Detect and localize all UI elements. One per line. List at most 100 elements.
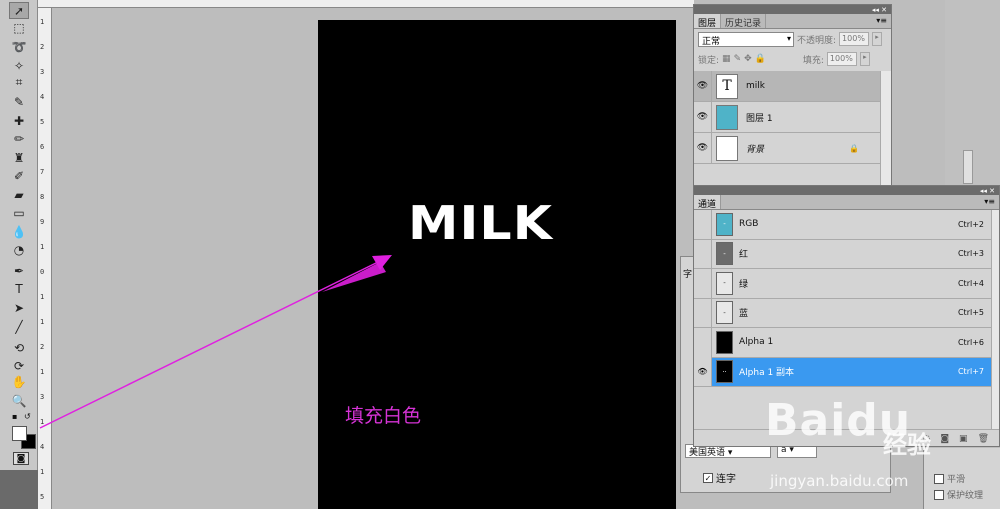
ruler-number: 3 bbox=[40, 68, 45, 76]
collapse-icon[interactable]: ◂◂ ✕ bbox=[980, 187, 995, 195]
lasso-icon[interactable]: ➰ bbox=[9, 38, 29, 55]
ruler-number: 2 bbox=[40, 343, 45, 351]
ligature-checkbox[interactable]: ✓ bbox=[703, 472, 713, 483]
quick-mask-icon[interactable]: ◙ bbox=[13, 452, 29, 465]
ruler-number: 1 bbox=[40, 318, 45, 326]
layer-row-milk[interactable]: 👁 T milk bbox=[694, 70, 881, 102]
lock-pixels-icon[interactable]: ✎ bbox=[734, 54, 742, 64]
save-selection-icon[interactable]: ◙ bbox=[940, 434, 949, 444]
language-value: 美国英语 bbox=[689, 448, 726, 458]
options-panel: 平滑 保护纹理 bbox=[923, 448, 1000, 509]
ruler-number: 0 bbox=[40, 268, 45, 276]
panel-menu-icon[interactable]: ▾≡ bbox=[984, 197, 995, 206]
ruler-number: 6 bbox=[40, 143, 45, 151]
foreground-color-swatch[interactable] bbox=[12, 426, 27, 441]
ruler-number: 8 bbox=[40, 193, 45, 201]
hand-icon[interactable]: ✋ bbox=[9, 373, 29, 390]
marquee-icon[interactable]: ⬚ bbox=[9, 19, 29, 36]
3d-rotate-icon[interactable]: ⟲ bbox=[9, 339, 29, 356]
document-canvas[interactable]: MILK bbox=[318, 20, 676, 509]
lock-position-icon[interactable]: ✥ bbox=[744, 54, 752, 64]
eye-icon[interactable]: 👁 bbox=[694, 70, 712, 102]
channel-row-alpha1[interactable]: Alpha 1 Ctrl+6 bbox=[694, 327, 992, 358]
channel-row-red[interactable]: - 红 Ctrl+3 bbox=[694, 239, 992, 269]
protect-texture-label: 保护纹理 bbox=[947, 491, 984, 501]
channel-row-alpha1-copy[interactable]: 👁 ·· Alpha 1 副本 Ctrl+7 bbox=[694, 357, 992, 387]
smooth-option[interactable]: 平滑 bbox=[934, 472, 965, 485]
fill-slider-icon[interactable]: ▸ bbox=[859, 52, 870, 66]
lock-all-icon[interactable]: 🔒 bbox=[755, 54, 766, 64]
eye-toggle[interactable] bbox=[694, 239, 712, 269]
dodge-icon[interactable]: ◔ bbox=[9, 241, 29, 258]
history-brush-icon[interactable]: ✐ bbox=[9, 167, 29, 184]
fill-input[interactable]: 100% bbox=[826, 52, 857, 66]
eraser-icon[interactable]: ▰ bbox=[9, 186, 29, 203]
channel-row-rgb[interactable]: - RGB Ctrl+2 bbox=[694, 209, 992, 240]
move-icon[interactable]: ➚ bbox=[9, 2, 29, 19]
toolbar-bottom bbox=[0, 470, 38, 509]
canvas-milk-text: MILK bbox=[408, 196, 554, 250]
ruler-number: 1 bbox=[40, 243, 45, 251]
opacity-input[interactable]: 100% bbox=[839, 32, 870, 46]
channel-name: 蓝 bbox=[739, 309, 749, 320]
gradient-icon[interactable]: ▭ bbox=[9, 204, 29, 221]
panel-menu-icon[interactable]: ▾≡ bbox=[876, 16, 887, 25]
swap-colors-icon[interactable]: ↺ bbox=[24, 412, 31, 421]
crop-icon[interactable]: ⌗ bbox=[9, 74, 29, 91]
blend-mode-select[interactable]: 正常 ▾ bbox=[698, 31, 794, 47]
3d-orbit-icon[interactable]: ⟳ bbox=[9, 357, 29, 374]
blend-row: 正常 ▾ 不透明度: 100% ▸ bbox=[694, 29, 891, 49]
protect-texture-option[interactable]: 保护纹理 bbox=[934, 488, 983, 501]
smooth-checkbox[interactable] bbox=[934, 473, 944, 484]
layer-row-background[interactable]: 👁 背景 🔒 bbox=[694, 132, 881, 164]
layer-list: 👁 T milk 👁 图层 1 👁 背景 🔒 bbox=[694, 70, 881, 164]
channels-scrollbar[interactable] bbox=[991, 210, 999, 429]
default-colors-icon[interactable]: ▪ bbox=[12, 412, 17, 421]
watermark-cn: 经验 bbox=[883, 431, 931, 459]
layers-scrollbar[interactable] bbox=[880, 71, 891, 186]
lock-transparent-icon[interactable]: ▦ bbox=[722, 54, 731, 64]
path-select-icon[interactable]: ➤ bbox=[9, 299, 29, 316]
horizontal-ruler bbox=[38, 0, 694, 8]
magic-wand-icon[interactable]: ✧ bbox=[9, 57, 29, 74]
ruler-number: 4 bbox=[40, 93, 45, 101]
zoom-icon[interactable]: 🔍 bbox=[9, 392, 29, 409]
tab-history[interactable]: 历史记录 bbox=[721, 14, 767, 29]
stamp-icon[interactable]: ♜ bbox=[9, 149, 29, 166]
brush-icon[interactable]: ✏ bbox=[9, 130, 29, 147]
channel-thumb: - bbox=[716, 271, 733, 295]
ligature-label: 连字 bbox=[716, 474, 736, 485]
channel-row-blue[interactable]: - 蓝 Ctrl+5 bbox=[694, 298, 992, 328]
eye-toggle[interactable] bbox=[694, 209, 712, 239]
eye-icon[interactable]: 👁 bbox=[694, 132, 712, 164]
blur-icon[interactable]: 💧 bbox=[9, 223, 29, 240]
protect-texture-checkbox[interactable] bbox=[934, 489, 944, 500]
new-channel-icon[interactable]: ▣ bbox=[959, 434, 968, 444]
channel-row-green[interactable]: - 绿 Ctrl+4 bbox=[694, 268, 992, 299]
line-icon[interactable]: ╱ bbox=[9, 318, 29, 335]
eye-icon[interactable]: 👁 bbox=[694, 357, 712, 387]
eye-icon[interactable]: 👁 bbox=[694, 101, 712, 133]
pen-icon[interactable]: ✒ bbox=[9, 262, 29, 279]
panel-titlebar[interactable]: ◂◂ ✕ bbox=[694, 186, 999, 195]
eye-toggle[interactable] bbox=[694, 327, 712, 357]
eye-toggle[interactable] bbox=[694, 298, 712, 328]
delete-channel-icon[interactable]: 🗑 bbox=[978, 434, 989, 444]
right-scrollbar[interactable] bbox=[963, 150, 973, 184]
ruler-number: 1 bbox=[40, 468, 45, 476]
panel-titlebar[interactable]: ◂◂ ✕ bbox=[694, 5, 891, 14]
collapse-icon[interactable]: ◂◂ ✕ bbox=[872, 6, 887, 14]
tools-panel: ➚ ⬚ ➰ ✧ ⌗ ✎ ✚ ✏ ♜ ✐ ▰ ▭ 💧 ◔ ✒ T ➤ ╱ ⟲ ⟳ … bbox=[0, 0, 38, 509]
healing-brush-icon[interactable]: ✚ bbox=[9, 112, 29, 129]
tab-character[interactable]: 字 bbox=[683, 267, 692, 280]
eye-toggle[interactable] bbox=[694, 268, 712, 298]
layer-row-layer1[interactable]: 👁 图层 1 bbox=[694, 101, 881, 133]
tab-channels[interactable]: 通道 bbox=[694, 195, 722, 210]
layer-name: milk bbox=[746, 81, 765, 91]
type-icon[interactable]: T bbox=[9, 280, 29, 297]
ligature-option[interactable]: ✓ 连字 bbox=[703, 470, 736, 485]
eyedropper-icon[interactable]: ✎ bbox=[9, 93, 29, 110]
vertical-ruler: 1 2 3 4 5 6 7 8 9 1 0 1 1 2 1 3 1 4 1 5 bbox=[38, 8, 52, 509]
opacity-slider-icon[interactable]: ▸ bbox=[872, 32, 883, 46]
tab-layers[interactable]: 图层 bbox=[694, 14, 722, 29]
